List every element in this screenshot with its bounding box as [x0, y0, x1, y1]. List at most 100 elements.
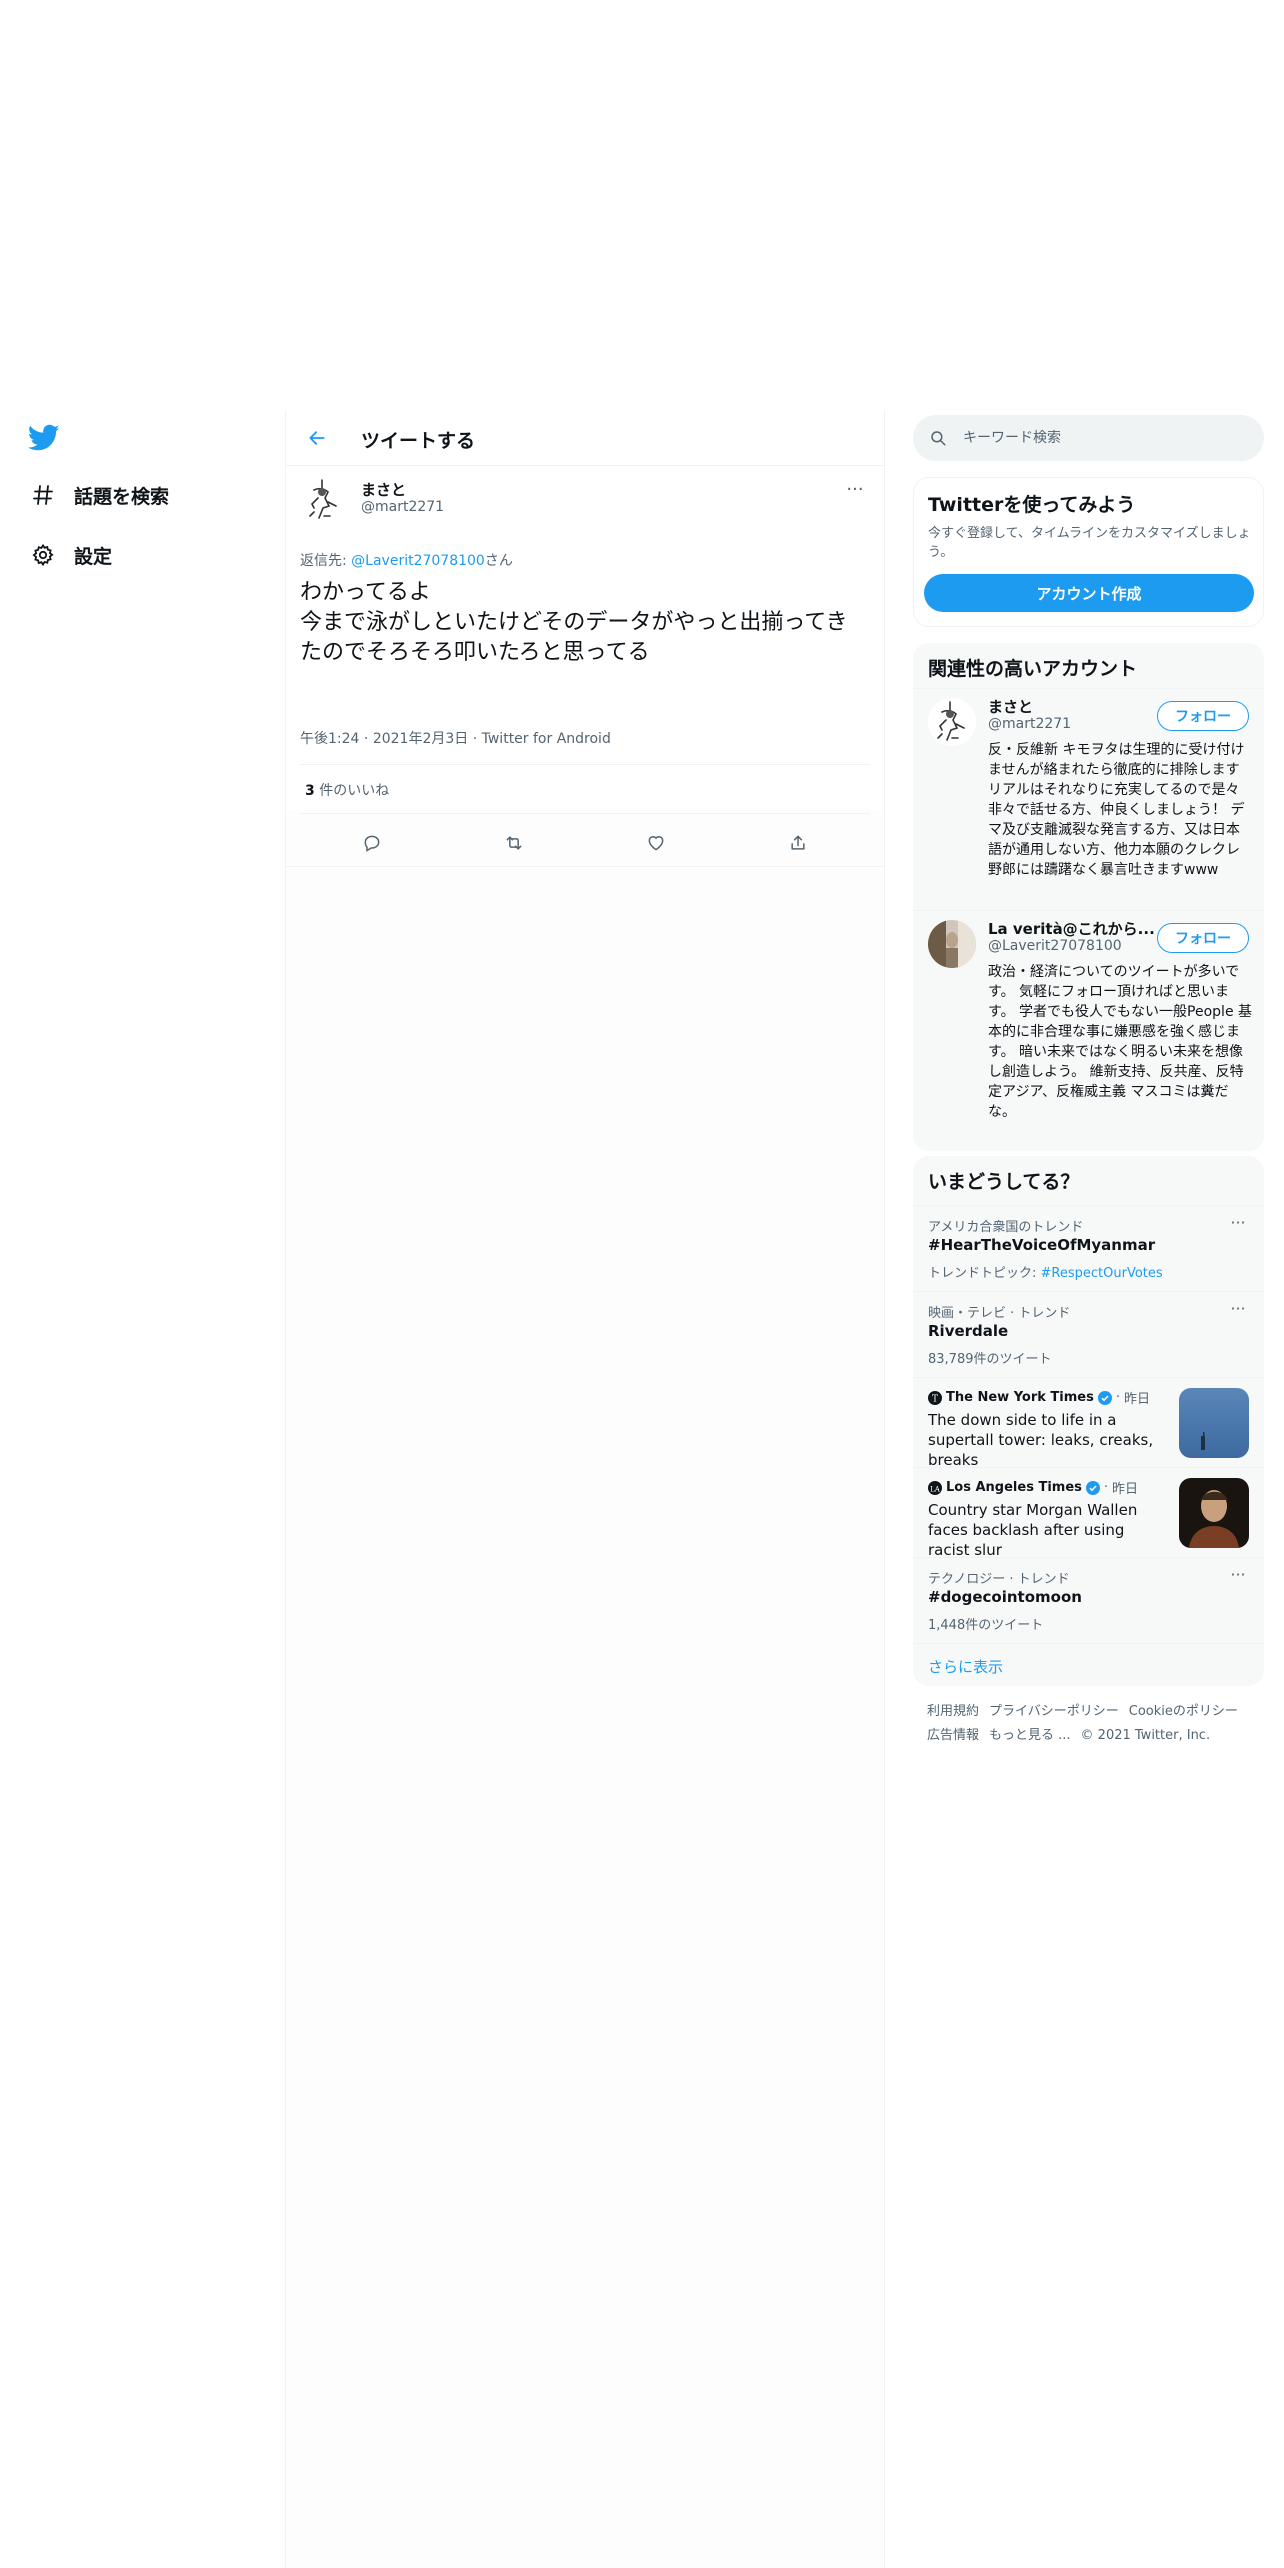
create-account-button[interactable]: アカウント作成 — [924, 574, 1254, 612]
trend-subtitle: トレンドトピック: #RespectOurVotes — [928, 1262, 1163, 1281]
footer-link[interactable]: プライバシーポリシー — [989, 1704, 1119, 1719]
show-more-link[interactable]: さらに表示 — [928, 1656, 1003, 1677]
tweet-author-handle[interactable]: @mart2271 — [361, 499, 444, 515]
signup-card: Twitterを使ってみよう 今すぐ登録して、タイムラインをカスタマイズしましょ… — [913, 477, 1264, 627]
news-source: The New York Times — [946, 1390, 1094, 1405]
tweet-meta: 午後1:24 · 2021年2月3日 · Twitter for Android — [300, 728, 611, 748]
verified-badge-icon — [1085, 1480, 1100, 1495]
footer: 利用規約 プライバシーポリシー Cookieのポリシー 広告情報 もっと見る ... ©… — [927, 1700, 1257, 1748]
signup-title: Twitterを使ってみよう — [928, 494, 1136, 516]
tweet-author-name[interactable]: まさと — [361, 479, 406, 500]
svg-text:LA: LA — [930, 1485, 941, 1493]
page-title: ツイートする — [361, 430, 476, 452]
news-headline: The down side to life in a supertall tow… — [928, 1411, 1154, 1469]
nav-settings[interactable]: 設定 — [28, 535, 112, 575]
meta-separator: · — [468, 731, 482, 747]
footer-link[interactable]: もっと見る ... — [989, 1728, 1071, 1743]
nav-explore-label: 話題を検索 — [74, 485, 170, 508]
retweet-icon[interactable] — [499, 828, 529, 858]
trend-tweet-count: 1,448件のツイート — [928, 1618, 1044, 1633]
tweet-client[interactable]: Twitter for Android — [482, 731, 611, 747]
news-source: Los Angeles Times — [946, 1480, 1082, 1495]
account-name[interactable]: La verità@これから... — [988, 918, 1155, 939]
news-time: 昨日 — [1112, 1482, 1139, 1497]
trend-title: #dogecointomoon — [928, 1588, 1082, 1606]
main-column: ツイートする まさと @mart2271 ··· 返信先: @Laverit27… — [285, 410, 885, 2568]
tweet-text: わかってるよ 今まで泳がしといたけどそのデータがやっと出揃ってきたのでそろそろ叩… — [300, 580, 848, 665]
more-options-icon[interactable]: ··· — [1225, 1298, 1251, 1318]
tweet-date[interactable]: 2021年2月3日 — [373, 731, 468, 747]
trend-item[interactable]: アメリカ合衆国のトレンド #HearTheVoiceOfMyanmar トレンド… — [914, 1205, 1263, 1291]
likes-count[interactable]: 3 件のいいね — [305, 780, 389, 800]
svg-text:T: T — [932, 1394, 938, 1404]
reply-icon[interactable] — [357, 828, 387, 858]
news-source-line: T The New York Times · 昨日 — [928, 1388, 1150, 1407]
show-more-row[interactable]: さらに表示 — [914, 1643, 1263, 1685]
news-thumbnail — [1179, 1388, 1249, 1458]
account-bio: 政治・経済についてのツイートが多いです。 気軽にフォロー頂ければと思います。 学… — [988, 964, 1253, 1120]
account-item[interactable]: La verità@これから... @Laverit27078100 フォロー … — [914, 910, 1263, 1150]
gear-icon — [28, 540, 58, 570]
verified-badge-icon — [1097, 1390, 1112, 1405]
trend-sub-prefix: トレンドトピック: — [928, 1266, 1041, 1281]
news-item[interactable]: T The New York Times · 昨日 The down side … — [914, 1377, 1263, 1469]
hashtag-icon — [28, 480, 58, 510]
tweet-time[interactable]: 午後1:24 — [300, 731, 359, 747]
reply-to-line: 返信先: @Laverit27078100さん — [300, 550, 513, 570]
avatar[interactable] — [928, 698, 976, 746]
back-arrow-icon — [309, 431, 325, 445]
twitter-logo-icon[interactable] — [27, 424, 62, 454]
account-handle[interactable]: @mart2271 — [988, 716, 1071, 732]
nyt-logo-icon: T — [928, 1390, 942, 1405]
reply-to-link[interactable]: @Laverit27078100 — [351, 553, 485, 569]
likes-label: 件のいいね — [314, 783, 390, 799]
copyright: © 2021 Twitter, Inc. — [1080, 1728, 1211, 1743]
account-item[interactable]: まさと @mart2271 フォロー 反・反維新 キモヲタは生理的に受け付けませ… — [914, 688, 1263, 910]
footer-link[interactable]: 利用規約 — [927, 1704, 979, 1719]
divider — [300, 813, 870, 814]
news-headline: Country star Morgan Wallen faces backlas… — [928, 1501, 1138, 1559]
trend-sub-link[interactable]: #RespectOurVotes — [1041, 1266, 1163, 1281]
tweet-author-avatar[interactable] — [300, 476, 348, 524]
meta-separator: · — [1103, 1480, 1109, 1495]
trend-context: 映画・テレビ · トレンド — [928, 1306, 1071, 1321]
account-name[interactable]: まさと — [988, 696, 1033, 717]
news-time: 昨日 — [1124, 1392, 1151, 1407]
trend-context: アメリカ合衆国のトレンド — [928, 1220, 1084, 1235]
follow-button[interactable]: フォロー — [1157, 701, 1249, 731]
avatar[interactable] — [928, 920, 976, 968]
more-options-icon[interactable]: ··· — [1225, 1212, 1251, 1232]
search-box[interactable] — [913, 415, 1264, 461]
trends-card: いまどうしてる？ アメリカ合衆国のトレンド #HearTheVoiceOfMya… — [913, 1156, 1264, 1686]
related-accounts-card: 関連性の高いアカウント まさと @mart2271 フォロー 反・反維新 キモヲ… — [913, 643, 1264, 1151]
tweet-actions — [300, 828, 870, 858]
more-options-icon[interactable]: ··· — [1225, 1564, 1251, 1584]
account-handle[interactable]: @Laverit27078100 — [988, 938, 1122, 954]
signup-description: 今すぐ登録して、タイムラインをカスタマイズしましょう。 — [928, 526, 1251, 560]
trend-item[interactable]: テクノロジー · トレンド #dogecointomoon 1,448件のツイー… — [914, 1557, 1263, 1643]
trend-context: テクノロジー · トレンド — [928, 1572, 1070, 1587]
footer-link[interactable]: Cookieのポリシー — [1129, 1704, 1238, 1719]
meta-separator: · — [359, 731, 373, 747]
news-item[interactable]: LA Los Angeles Times · 昨日 Country star M… — [914, 1467, 1263, 1559]
back-button[interactable] — [302, 423, 332, 453]
nav-explore[interactable]: 話題を検索 — [28, 475, 169, 515]
main-header: ツイートする — [286, 410, 884, 466]
news-source-line: LA Los Angeles Times · 昨日 — [928, 1478, 1138, 1497]
search-input[interactable] — [963, 415, 1243, 461]
trend-title: Riverdale — [928, 1322, 1009, 1340]
reply-suffix: さん — [484, 553, 513, 569]
account-bio: 反・反維新 キモヲタは生理的に受け付けませんが絡まれたら徹底的に排除します リア… — [988, 742, 1245, 878]
more-options-icon[interactable]: ··· — [840, 476, 870, 502]
news-thumbnail — [1179, 1478, 1249, 1548]
likes-number: 3 — [305, 783, 315, 799]
meta-separator: · — [1115, 1390, 1120, 1405]
like-heart-icon[interactable] — [641, 828, 671, 858]
share-icon[interactable] — [783, 828, 813, 858]
trend-title: #HearTheVoiceOfMyanmar — [928, 1236, 1156, 1254]
follow-button[interactable]: フォロー — [1157, 923, 1249, 953]
related-title: 関連性の高いアカウント — [928, 658, 1138, 680]
trend-item[interactable]: 映画・テレビ · トレンド Riverdale 83,789件のツイート ··· — [914, 1291, 1263, 1377]
search-icon — [929, 429, 947, 451]
footer-link[interactable]: 広告情報 — [927, 1728, 979, 1743]
